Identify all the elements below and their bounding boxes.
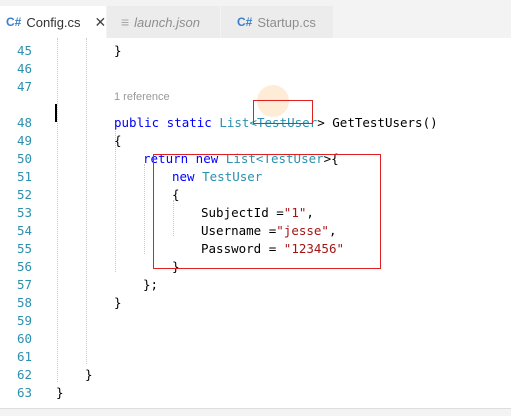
- line-number: 53: [16, 205, 32, 220]
- codelens-references[interactable]: 1 reference: [114, 88, 170, 106]
- code-token: public static: [114, 115, 220, 130]
- line-number: 57: [16, 277, 32, 292]
- close-icon[interactable]: ✕: [95, 14, 107, 31]
- tab-launch-json[interactable]: ≡ launch.json: [107, 6, 220, 38]
- line-number: 56: [16, 259, 32, 274]
- line-number: 51: [16, 169, 32, 184]
- code-line[interactable]: {: [114, 132, 122, 150]
- code-line[interactable]: };: [143, 276, 158, 294]
- annotation-box-object: [153, 154, 381, 269]
- text-caret: [55, 104, 57, 122]
- code-line[interactable]: }: [85, 366, 93, 384]
- code-line[interactable]: }: [56, 384, 64, 402]
- line-number: 46: [16, 61, 32, 76]
- code-token: > GetTestUsers(): [317, 115, 438, 130]
- editor-tab-bar: C# Config.cs ✕ ≡ launch.json C# Startup.…: [0, 0, 511, 38]
- indent-guide: [86, 38, 87, 364]
- code-line[interactable]: }: [114, 42, 122, 60]
- code-token: List<: [219, 115, 257, 130]
- line-number: 61: [16, 349, 32, 364]
- line-number: 50: [16, 151, 32, 166]
- line-number: 58: [16, 295, 32, 310]
- line-number: 52: [16, 187, 32, 202]
- line-number: 49: [16, 133, 32, 148]
- line-number: 62: [16, 367, 32, 382]
- line-number: 55: [16, 241, 32, 256]
- csharp-file-icon: C#: [237, 15, 253, 29]
- line-number: 60: [16, 331, 32, 346]
- tab-label: Startup.cs: [257, 14, 316, 30]
- line-number: 48: [16, 115, 32, 130]
- tab-startup-cs[interactable]: C# Startup.cs: [221, 6, 333, 38]
- line-number: 45: [16, 43, 32, 58]
- csharp-file-icon: C#: [6, 15, 22, 29]
- line-number: 47: [16, 79, 32, 94]
- tab-label: launch.json: [134, 14, 200, 30]
- json-file-icon: ≡: [121, 14, 130, 30]
- code-line[interactable]: }: [114, 294, 122, 312]
- line-number: 54: [16, 223, 32, 238]
- indent-guide: [57, 38, 58, 382]
- indent-guide: [144, 164, 145, 254]
- tab-label: Config.cs: [26, 14, 81, 30]
- tab-config-cs[interactable]: C# Config.cs ✕: [0, 6, 106, 38]
- line-number: 63: [16, 385, 32, 400]
- line-number: 59: [16, 313, 32, 328]
- annotation-box-type: [253, 100, 313, 124]
